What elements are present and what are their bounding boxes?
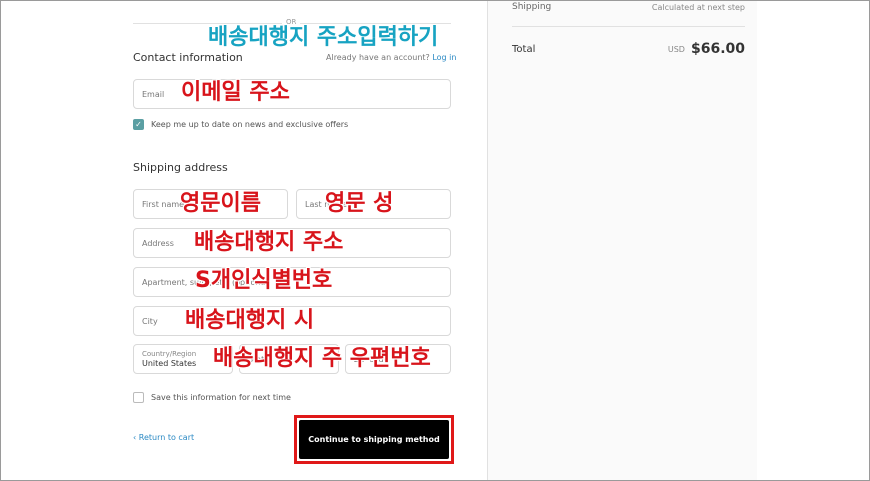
country-label: Country/Region: [142, 350, 197, 358]
annotation-address: 배송대행지 주소: [194, 230, 344, 255]
email-placeholder: Email: [142, 89, 165, 99]
total-label: Total: [512, 43, 536, 55]
save-info-label: Save this information for next time: [151, 393, 291, 402]
annotation-city: 배송대행지 시: [185, 308, 315, 333]
shipping-summary-row: Shipping Calculated at next step: [512, 2, 745, 12]
currency-code: USD: [667, 44, 685, 54]
address-placeholder: Address: [142, 238, 174, 248]
total-amount-group: USD $66.00: [668, 41, 745, 57]
save-info-checkbox-row[interactable]: Save this information for next time: [133, 392, 291, 403]
save-info-checkbox[interactable]: [133, 392, 144, 403]
newsletter-checkbox-row[interactable]: ✓ Keep me up to date on news and exclusi…: [133, 119, 348, 130]
login-link[interactable]: Log in: [432, 53, 456, 62]
contact-title: Contact information: [133, 51, 243, 64]
first-name-placeholder: First name: [142, 199, 185, 209]
annotation-email: 이메일 주소: [181, 80, 290, 105]
annotation-header: 배송대행지 주소입력하기: [208, 25, 439, 50]
annotation-first-name: 영문이름: [180, 191, 261, 216]
total-amount: $66.00: [690, 41, 745, 57]
continue-to-shipping-button[interactable]: Continue to shipping method: [299, 420, 449, 459]
summary-divider: [512, 26, 745, 27]
annotation-state-zip: 배송대행지 주 우편번호: [213, 346, 431, 371]
annotation-apartment: S개인식별번호: [195, 268, 333, 293]
shipping-value: Calculated at next step: [651, 2, 745, 12]
annotation-last-name: 영문 성: [325, 191, 394, 216]
city-placeholder: City: [142, 316, 158, 326]
newsletter-label: Keep me up to date on news and exclusive…: [151, 120, 349, 129]
country-value: United States: [142, 359, 197, 368]
login-prompt-line: Already have an account? Log in: [326, 53, 456, 62]
total-row: Total USD $66.00: [512, 41, 745, 57]
return-to-cart-link[interactable]: ‹ Return to cart: [133, 433, 194, 442]
login-prompt: Already have an account?: [326, 53, 430, 62]
order-summary: Shipping Calculated at next step Total U…: [487, 0, 757, 481]
shipping-title: Shipping address: [133, 161, 228, 174]
newsletter-checkbox[interactable]: ✓: [133, 119, 144, 130]
shipping-label: Shipping: [512, 2, 552, 12]
